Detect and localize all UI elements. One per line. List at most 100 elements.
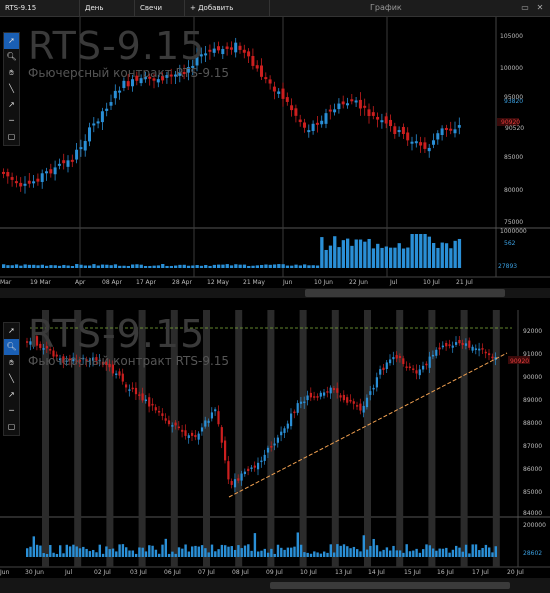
volume-bar (148, 265, 152, 268)
volume-bar (257, 551, 260, 557)
candle (354, 100, 358, 103)
volume-bar (49, 265, 53, 268)
volume-bar (273, 553, 276, 557)
candle (253, 465, 256, 468)
volume-bar (431, 548, 435, 557)
volume-bar (165, 265, 169, 268)
volume-bar (313, 551, 316, 557)
candle (32, 181, 36, 184)
volume-bar (52, 552, 55, 557)
candle (337, 103, 341, 110)
volume-bar (115, 551, 118, 557)
candle (371, 112, 375, 116)
volume-bar (62, 264, 66, 268)
hline-icon[interactable]: ─ (4, 113, 19, 129)
time-tick: 10 Jul (300, 569, 317, 576)
bottom-watermark: RTS-9.15 (28, 312, 206, 356)
candle (260, 460, 263, 463)
arrow-icon[interactable]: ↗ (4, 97, 19, 113)
candle (431, 354, 435, 357)
volume-bar (428, 545, 431, 557)
volume-bar (131, 264, 135, 268)
candle (303, 401, 306, 404)
candle (88, 127, 91, 142)
volume-bar (393, 247, 397, 268)
volume-bar (371, 248, 376, 268)
volume-bar (141, 547, 144, 557)
candle (57, 163, 61, 166)
candle (276, 437, 279, 443)
candle (306, 395, 309, 401)
volume-bar (19, 265, 23, 268)
arrow-icon[interactable]: ↗ (4, 387, 19, 403)
candle (320, 120, 324, 125)
volume-bar (126, 265, 130, 268)
candle (445, 342, 448, 347)
volume-bar (263, 548, 266, 557)
candle (221, 49, 225, 55)
hline-icon[interactable]: ─ (4, 403, 19, 419)
zoom-icon[interactable]: 🔍︎ (4, 339, 19, 355)
candle (40, 173, 44, 182)
candle (238, 45, 242, 50)
volume-bar (88, 265, 92, 268)
line-icon[interactable]: ╲ (4, 371, 19, 387)
time-tick: 16 Jul (437, 569, 454, 576)
volume-bar (135, 264, 139, 268)
zoom-icon[interactable]: 🔍︎ (4, 49, 19, 65)
volume-bar (233, 549, 237, 557)
time-tick: 08 Apr (102, 279, 122, 286)
volume-bar (457, 238, 462, 268)
candle (458, 339, 461, 344)
volume-bar (376, 243, 380, 268)
candle (356, 405, 359, 407)
price-tick: 85000 (523, 489, 543, 496)
candle (100, 111, 104, 123)
volume-bar (260, 550, 263, 557)
candle (263, 454, 266, 461)
rect-icon[interactable]: ▢ (4, 419, 19, 435)
candle (405, 366, 408, 368)
candle (234, 42, 238, 53)
cursor-icon[interactable]: ➚ (4, 323, 19, 339)
candle (92, 123, 96, 126)
volume-bar (405, 544, 408, 557)
charts-canvas[interactable] (0, 0, 550, 593)
volume-bar (346, 546, 349, 557)
volume-bar (380, 247, 384, 268)
candle (358, 99, 362, 109)
volume-bar (118, 544, 121, 557)
candle (144, 399, 147, 402)
candle (455, 342, 458, 345)
volume-bar (270, 548, 273, 557)
volume-bar (225, 264, 229, 268)
hand-icon[interactable]: ✋︎ (4, 65, 19, 81)
volume-bar (422, 549, 425, 557)
volume-bar (156, 265, 161, 268)
hand-icon[interactable]: ✋︎ (4, 355, 19, 371)
volume-bar (320, 237, 324, 268)
volume-bar (444, 243, 449, 268)
volume-bar (382, 549, 385, 557)
volume-bar (174, 553, 177, 557)
volume-marker: 27893 (498, 263, 518, 270)
candle (115, 373, 118, 376)
volume-bar (23, 264, 27, 268)
volume-bar (227, 546, 230, 557)
volume-bar (363, 241, 367, 268)
volume-bar (65, 544, 68, 557)
volume-bar (425, 544, 428, 557)
line-icon[interactable]: ╲ (4, 81, 19, 97)
rect-icon[interactable]: ▢ (4, 129, 19, 145)
candle (389, 359, 392, 364)
volume-bar (264, 264, 268, 268)
time-tick: Jul (390, 279, 398, 286)
volume-bar (45, 553, 49, 557)
candle (401, 126, 405, 134)
candle (440, 128, 444, 136)
time-tick: 21 May (243, 279, 265, 286)
cursor-icon[interactable]: ➚ (4, 33, 19, 49)
candle (229, 47, 233, 50)
volume-bar (221, 264, 225, 268)
volume-bar (6, 265, 10, 268)
